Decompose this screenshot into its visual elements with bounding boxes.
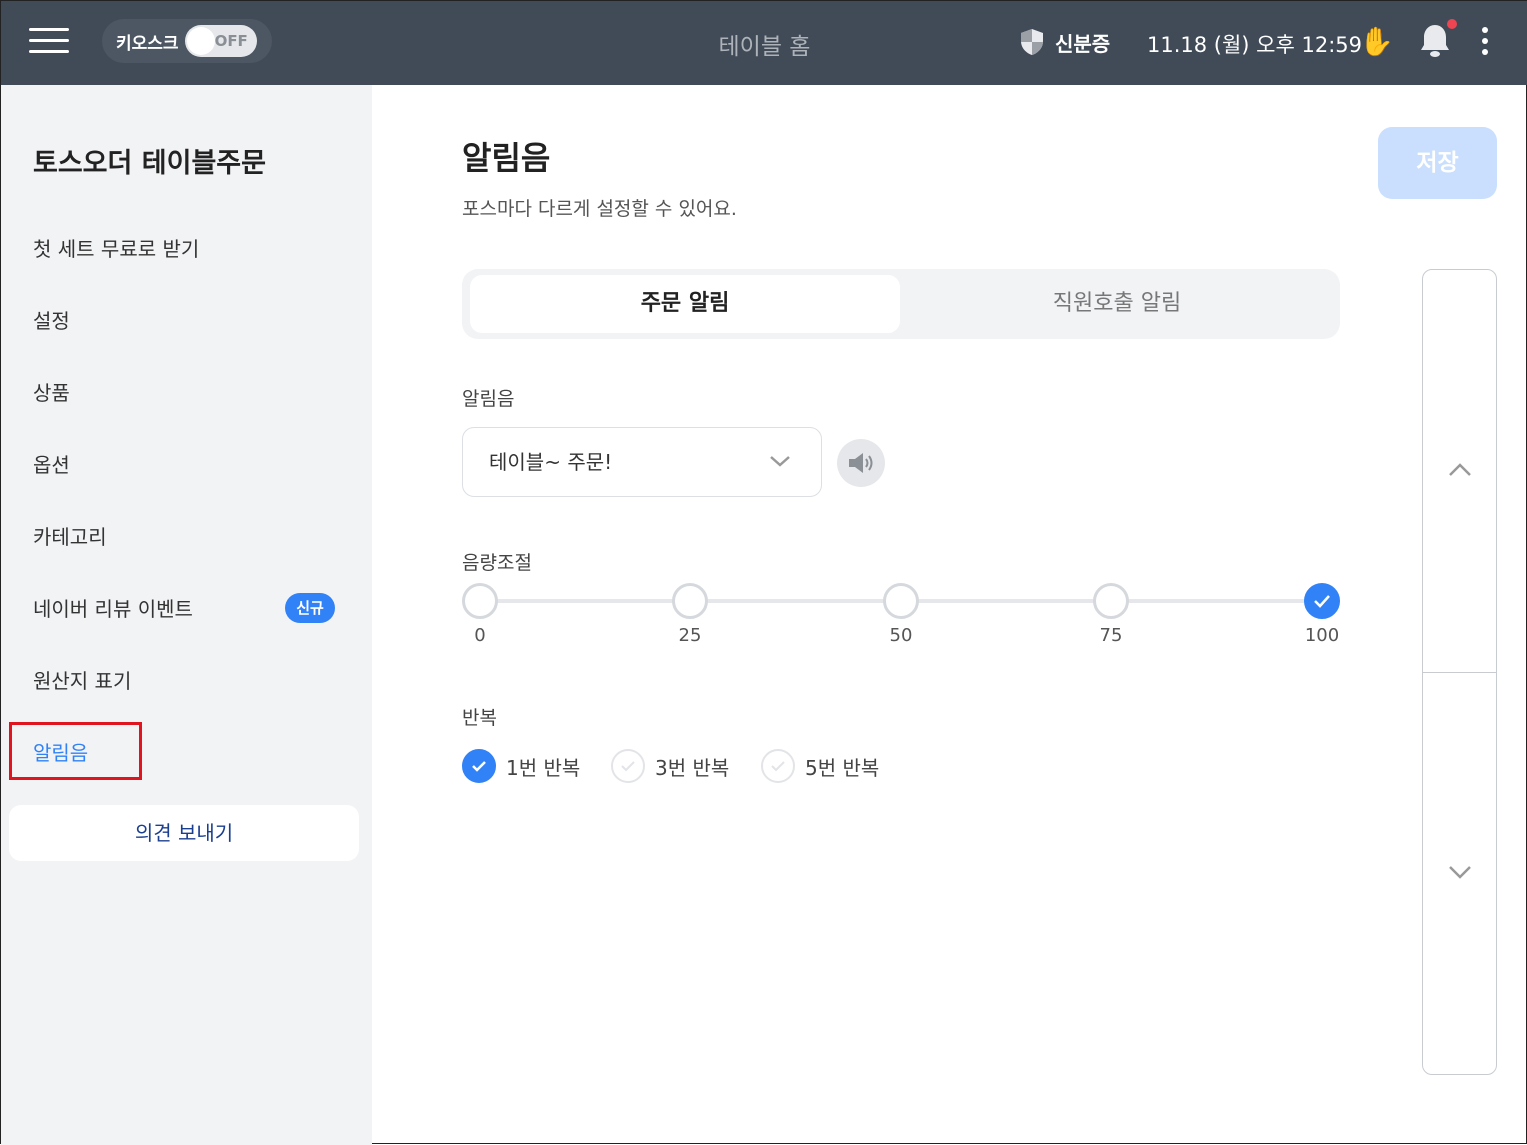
scroll-control bbox=[1422, 269, 1497, 1075]
brand-title: 토스오더 테이블주문 bbox=[33, 148, 266, 179]
speaker-preview-button[interactable] bbox=[837, 439, 885, 487]
feedback-button[interactable]: 의견 보내기 bbox=[9, 805, 359, 861]
sound-select-value: 테이블~ 주문! bbox=[489, 450, 613, 474]
save-button[interactable]: 저장 bbox=[1378, 127, 1497, 199]
repeat-option-label: 1번 반복 bbox=[506, 755, 581, 780]
sidebar-item-settings[interactable]: 설정 bbox=[33, 305, 70, 334]
volume-stop-0[interactable] bbox=[462, 583, 498, 619]
chevron-down-icon bbox=[770, 456, 790, 467]
check-icon bbox=[761, 749, 795, 783]
volume-stop-50[interactable] bbox=[883, 583, 919, 619]
page-title: 알림음 bbox=[462, 139, 551, 177]
volume-tick: 50 bbox=[889, 625, 913, 646]
speaker-icon bbox=[849, 453, 873, 473]
volume-stop-100[interactable] bbox=[1304, 583, 1340, 619]
id-card-button[interactable]: 신분증 bbox=[1055, 28, 1110, 57]
bell-icon[interactable] bbox=[1419, 23, 1451, 59]
volume-tick: 75 bbox=[1099, 625, 1123, 646]
sidebar-item-naver-review[interactable]: 네이버 리뷰 이벤트 bbox=[33, 593, 193, 622]
check-icon bbox=[462, 749, 496, 783]
sound-select[interactable]: 테이블~ 주문! bbox=[462, 427, 822, 497]
page-subtitle: 포스마다 다르게 설정할 수 있어요. bbox=[462, 198, 737, 220]
shield-icon bbox=[1021, 29, 1043, 55]
volume-tick: 25 bbox=[678, 625, 702, 646]
datetime: 11.18 (월) 오후 12:59 bbox=[1147, 33, 1363, 57]
sidebar: 토스오더 테이블주문 첫 세트 무료로 받기 설정 상품 옵션 카테고리 네이버… bbox=[1, 85, 372, 1145]
volume-label: 음량조절 bbox=[462, 552, 532, 574]
sidebar-item-alert-sound[interactable]: 알림음 bbox=[33, 737, 88, 766]
scroll-up-button[interactable] bbox=[1448, 462, 1472, 478]
volume-tick: 0 bbox=[474, 625, 486, 646]
new-badge: 신규 bbox=[285, 593, 335, 623]
scroll-down-button[interactable] bbox=[1448, 864, 1472, 880]
tab-staff-call-alert[interactable]: 직원호출 알림 bbox=[902, 275, 1332, 333]
sound-label: 알림음 bbox=[462, 388, 515, 410]
repeat-option-label: 5번 반복 bbox=[805, 755, 880, 780]
top-bar: 키오스크 OFF 테이블 홈 신분증 11.18 (월) 오후 12:59 ✋ bbox=[1, 1, 1527, 85]
sidebar-item-category[interactable]: 카테고리 bbox=[33, 521, 107, 550]
sidebar-item-options[interactable]: 옵션 bbox=[33, 449, 70, 478]
repeat-label: 반복 bbox=[462, 707, 497, 729]
tab-order-alert[interactable]: 주문 알림 bbox=[470, 275, 900, 333]
volume-tick: 100 bbox=[1304, 625, 1340, 646]
volume-stop-75[interactable] bbox=[1093, 583, 1129, 619]
check-icon bbox=[611, 749, 645, 783]
repeat-option-label: 3번 반복 bbox=[655, 755, 730, 780]
tab-bar: 주문 알림 직원호출 알림 bbox=[462, 269, 1340, 339]
notification-dot bbox=[1447, 19, 1457, 29]
repeat-option-5[interactable]: 5번 반복 bbox=[761, 749, 879, 783]
sidebar-item-origin[interactable]: 원산지 표기 bbox=[33, 665, 131, 694]
staff-call-hand-icon[interactable]: ✋ bbox=[1359, 25, 1394, 58]
check-icon bbox=[1314, 595, 1330, 608]
sidebar-item-free-set[interactable]: 첫 세트 무료로 받기 bbox=[33, 233, 199, 262]
sidebar-item-products[interactable]: 상품 bbox=[33, 377, 70, 406]
repeat-option-1[interactable]: 1번 반복 bbox=[462, 749, 580, 783]
volume-stop-25[interactable] bbox=[672, 583, 708, 619]
repeat-option-3[interactable]: 3번 반복 bbox=[611, 749, 729, 783]
more-icon[interactable] bbox=[1482, 27, 1490, 60]
